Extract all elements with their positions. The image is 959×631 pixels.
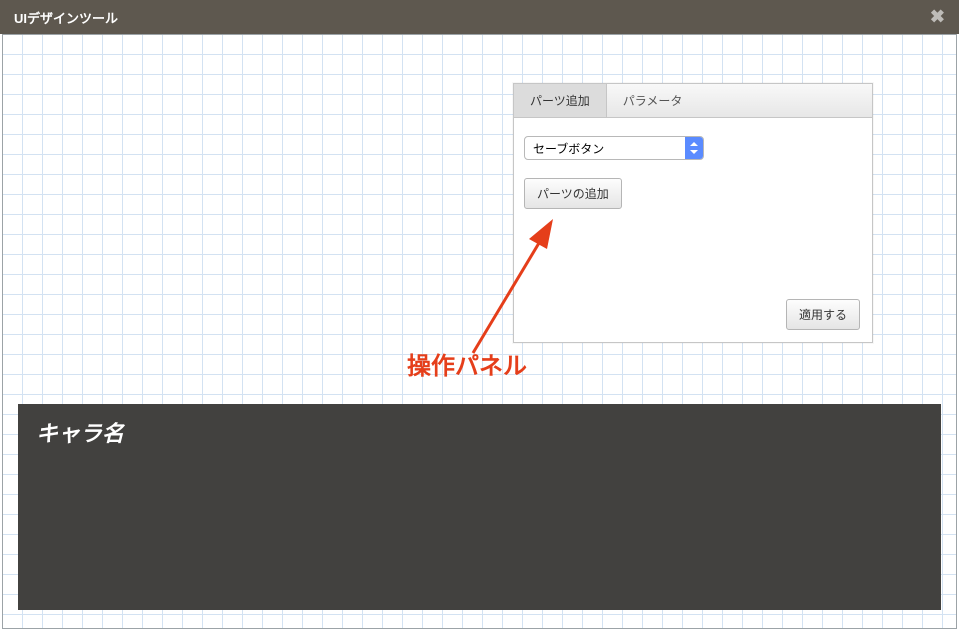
dialog-preview[interactable]: キャラ名 [18,404,941,610]
workspace-canvas[interactable]: パーツ追加 パラメータ パーツの追加 適用する 操作パネル キャラ名 [2,34,957,629]
annotation-label: 操作パネル [407,346,527,381]
dialog-character-name: キャラ名 [18,404,941,454]
tab-add-parts[interactable]: パーツ追加 [514,84,607,117]
close-icon[interactable]: ✖ [930,7,945,28]
panel-footer: 適用する [514,291,872,342]
panel-tabs: パーツ追加 パラメータ [514,84,872,118]
control-panel: パーツ追加 パラメータ パーツの追加 適用する [513,83,873,343]
apply-button[interactable]: 適用する [786,299,860,330]
app-title: UIデザインツール [14,8,118,27]
parts-select[interactable] [524,136,704,160]
parts-select-wrap [524,136,704,160]
add-part-button[interactable]: パーツの追加 [524,178,622,209]
panel-spacer [524,209,862,279]
tab-parameters[interactable]: パラメータ [607,84,700,117]
panel-body: パーツの追加 [514,118,872,291]
titlebar: UIデザインツール ✖ [0,0,959,34]
